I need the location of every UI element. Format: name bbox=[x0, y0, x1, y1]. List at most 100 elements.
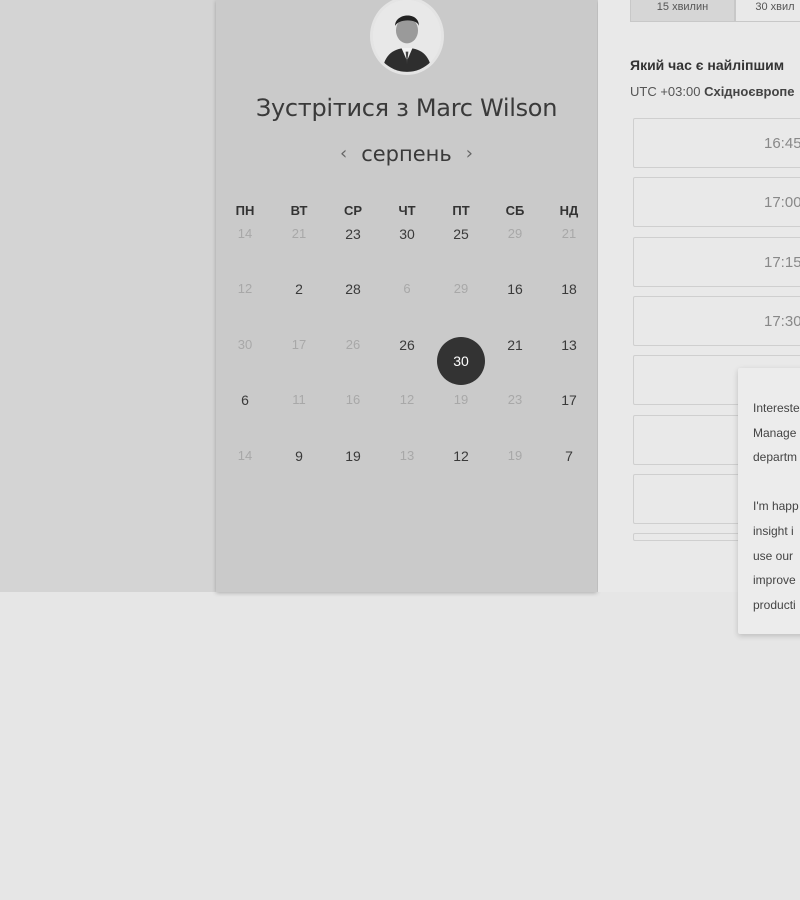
popup-text-line: use our bbox=[753, 548, 794, 563]
calendar-day: 12 bbox=[218, 273, 272, 328]
calendar-day: 14 bbox=[218, 440, 272, 495]
timezone-label[interactable]: UTC +03:00 Східноєвропе bbox=[630, 84, 795, 99]
calendar-grid: 14 21 23 30 25 29 21 12 2 28 6 29 16 18 30 17 26 26 30 21 13… bbox=[218, 218, 597, 495]
day-number: 13 bbox=[399, 447, 415, 463]
day-number: 30 bbox=[399, 226, 415, 242]
chevron-right-icon[interactable]: › bbox=[466, 143, 473, 164]
weekday-label: СР bbox=[343, 203, 363, 218]
chevron-left-icon[interactable]: ‹ bbox=[340, 143, 347, 164]
calendar-day[interactable]: 18 bbox=[542, 273, 596, 328]
day-number: 6 bbox=[241, 392, 249, 409]
day-number: 19 bbox=[453, 392, 469, 408]
calendar-day: 26 bbox=[326, 329, 380, 384]
day-number: 7 bbox=[565, 447, 573, 464]
host-info-popup: Interested Manage departm I'm happ insight i… bbox=[738, 368, 800, 634]
calendar-day[interactable]: 13 bbox=[542, 329, 596, 384]
calendar-day: 30 bbox=[218, 329, 272, 384]
day-number: 17 bbox=[561, 392, 577, 409]
day-number: 18 bbox=[561, 281, 577, 298]
day-number: 11 bbox=[292, 392, 306, 408]
time-slot-label: 17:00 bbox=[764, 194, 800, 212]
calendar-day: 16 bbox=[326, 384, 380, 439]
day-number: 17 bbox=[291, 336, 307, 352]
popup-text-line: Manage bbox=[753, 425, 797, 440]
person-avatar-icon bbox=[373, 0, 441, 72]
popup-text-line: Interested bbox=[753, 401, 800, 415]
calendar-day[interactable]: 7 bbox=[542, 440, 596, 495]
calendar-day[interactable]: 25 bbox=[434, 218, 488, 273]
calendar-day: 29 bbox=[488, 218, 542, 273]
day-number: 25 bbox=[453, 226, 469, 242]
weekday-label: НД bbox=[559, 203, 579, 218]
calendar-day: 17 bbox=[272, 329, 326, 384]
calendar-day[interactable]: 30 bbox=[380, 218, 434, 273]
day-number: 6 bbox=[403, 281, 411, 297]
popup-text-line: departm bbox=[753, 450, 798, 465]
popup-text-line: producti bbox=[753, 597, 796, 612]
day-number: 30 bbox=[237, 336, 253, 352]
calendar-day: 19 bbox=[488, 440, 542, 495]
page-title: Зустрітися з Marc Wilson bbox=[255, 94, 558, 122]
weekday-header: ПН ВТ СР ЧТ ПТ СБ НД bbox=[218, 203, 597, 218]
avatar bbox=[370, 0, 444, 75]
time-slot-button[interactable]: 16:45 bbox=[633, 118, 800, 168]
calendar-day[interactable]: 16 bbox=[488, 273, 542, 328]
popup-text-line: I'm happ bbox=[753, 499, 799, 514]
popup-text-line: improve bbox=[753, 573, 796, 588]
time-slot-button[interactable]: 17:30 bbox=[633, 295, 800, 346]
calendar-day: 21 bbox=[272, 218, 326, 273]
popup-text-line: insight i bbox=[753, 524, 794, 538]
calendar-day[interactable]: 17 bbox=[542, 384, 596, 439]
month-navigation: ‹ серпень › bbox=[216, 142, 597, 166]
calendar-day: 23 bbox=[488, 384, 542, 439]
time-slot-button[interactable]: 17:15 bbox=[633, 236, 800, 287]
calendar-day[interactable]: 23 bbox=[326, 218, 380, 273]
day-number: 26 bbox=[345, 336, 361, 352]
day-number: 2 bbox=[295, 281, 303, 298]
calendar-day: 21 bbox=[542, 218, 596, 273]
calendar-day: 11 bbox=[272, 384, 326, 439]
calendar-day: 12 bbox=[380, 384, 434, 439]
calendar-day[interactable]: 12 bbox=[434, 440, 488, 495]
calendar-day[interactable]: 6 bbox=[218, 384, 272, 439]
day-number: 19 bbox=[507, 447, 523, 463]
day-number: 12 bbox=[453, 447, 469, 464]
tab-15-minutes[interactable]: 15 хвилин bbox=[630, 0, 735, 22]
time-slot-label: 17:15 bbox=[764, 253, 800, 271]
time-slot-label: 17:30 bbox=[764, 312, 800, 330]
weekday-label: СБ bbox=[505, 203, 525, 218]
calendar-day[interactable]: 28 bbox=[326, 273, 380, 328]
calendar-day[interactable]: 9 bbox=[272, 440, 326, 495]
day-number: 26 bbox=[399, 336, 415, 353]
tab-30-minutes[interactable]: 30 хвил bbox=[735, 0, 800, 22]
day-number: 21 bbox=[507, 336, 523, 353]
day-number: 29 bbox=[453, 281, 469, 297]
day-number: 29 bbox=[507, 226, 523, 241]
calendar-day: 19 bbox=[434, 384, 488, 439]
day-number: 16 bbox=[345, 392, 361, 408]
weekday-label: ПТ bbox=[452, 203, 470, 218]
calendar-day[interactable]: 21 bbox=[488, 329, 542, 384]
calendar-day: 29 bbox=[434, 273, 488, 328]
day-number: 28 bbox=[345, 281, 361, 298]
day-number: 30 bbox=[437, 336, 485, 385]
weekday-label: ПН bbox=[235, 203, 255, 218]
calendar-day[interactable]: 26 bbox=[380, 329, 434, 384]
day-number: 21 bbox=[561, 226, 577, 241]
day-number: 19 bbox=[345, 447, 361, 464]
time-slot-button[interactable]: 17:00 bbox=[633, 177, 800, 228]
month-label: серпень bbox=[361, 142, 452, 166]
calendar-day[interactable]: 19 bbox=[326, 440, 380, 495]
day-number: 12 bbox=[237, 281, 253, 297]
day-number: 23 bbox=[507, 392, 523, 408]
calendar-day: 6 bbox=[380, 273, 434, 328]
timezone-name: Східноєвропе bbox=[704, 84, 795, 99]
day-number: 21 bbox=[291, 226, 307, 241]
selected-day[interactable]: 30 bbox=[434, 329, 488, 385]
calendar-day[interactable]: 2 bbox=[272, 273, 326, 328]
day-number: 23 bbox=[345, 226, 361, 242]
calendar-day: 14 bbox=[218, 218, 272, 273]
duration-tabs: 15 хвилин 30 хвил bbox=[630, 0, 800, 22]
weekday-label: ЧТ bbox=[398, 203, 416, 218]
time-slot-label: 16:45 bbox=[764, 135, 800, 152]
